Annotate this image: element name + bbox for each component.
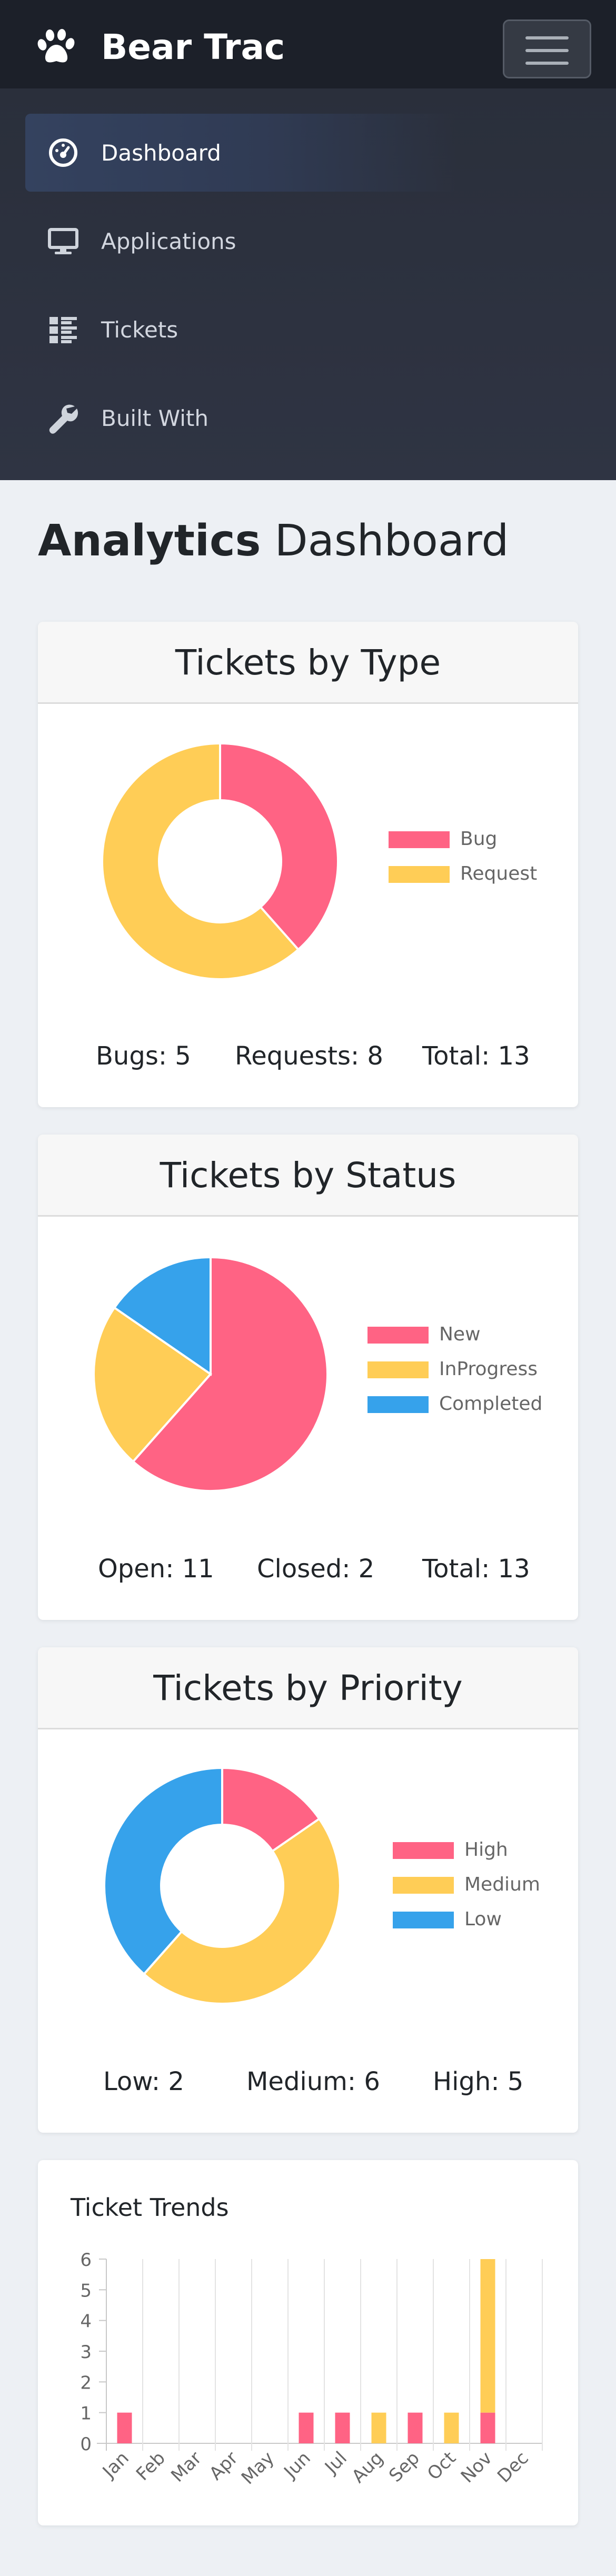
legend-label: InProgress [439, 1358, 538, 1380]
x-tick-label-sep: Sep [385, 2448, 424, 2487]
list-icon [49, 317, 77, 343]
paw-icon[interactable] [37, 29, 76, 65]
nav-item-tickets[interactable]: Tickets [25, 291, 457, 369]
hamburger-icon [525, 36, 569, 39]
menu-toggle-button[interactable] [503, 19, 591, 78]
nav-item-built-with[interactable]: Built With [25, 379, 457, 457]
legend-label: Completed [439, 1393, 543, 1415]
nav-label-applications: Applications [101, 228, 236, 254]
card-header: Tickets by Status [38, 1135, 578, 1217]
bar-nov-0[interactable] [480, 2412, 495, 2443]
y-tick-label: 6 [80, 2250, 92, 2271]
tickets-by-status-card: Tickets by Status New InProgress Complet… [38, 1135, 578, 1620]
legend-swatch [367, 1361, 429, 1378]
bar-sep-0[interactable] [408, 2412, 423, 2443]
hamburger-icon-line [525, 49, 569, 52]
y-tick-label: 0 [80, 2434, 92, 2455]
bar-aug-1[interactable] [371, 2412, 386, 2443]
legend-swatch [389, 831, 450, 848]
stat-total: Total: 13 [422, 1041, 530, 1071]
slice-bug[interactable] [219, 742, 339, 951]
wrench-icon [49, 404, 78, 434]
legend-label: New [439, 1324, 481, 1345]
nav-item-applications[interactable]: Applications [25, 202, 457, 280]
page-title: Analytics Dashboard [38, 515, 509, 568]
legend-swatch [389, 866, 450, 883]
x-tick-label-feb: Feb [132, 2448, 170, 2485]
stat-total: Total: 13 [422, 1554, 530, 1584]
slice-low[interactable] [103, 1766, 223, 1976]
brand-name[interactable]: Bear Trac [101, 26, 285, 68]
legend-swatch [393, 1912, 454, 1928]
hamburger-icon-line [525, 62, 569, 65]
tickets-by-priority-card: Tickets by Priority High Medium Low Low:… [38, 1647, 578, 2133]
card-title: Tickets by Priority [153, 1668, 463, 1708]
y-tick-label: 5 [80, 2280, 92, 2301]
x-tick-label-jan: Jan [98, 2448, 133, 2483]
x-tick-label-mar: Mar [167, 2448, 206, 2487]
x-tick-label-nov: Nov [457, 2448, 496, 2487]
bar-jan-0[interactable] [117, 2412, 132, 2443]
bar-jul-0[interactable] [335, 2412, 350, 2443]
top-navbar: Bear Trac [0, 0, 616, 88]
x-tick-label-apr: Apr [205, 2448, 242, 2484]
stat-closed: Closed: 2 [257, 1554, 375, 1584]
x-tick-label-jun: Jun [280, 2448, 315, 2483]
nav-label-tickets: Tickets [101, 317, 178, 343]
nav-item-dashboard[interactable]: Dashboard [25, 114, 457, 192]
stat-high: High: 5 [433, 2067, 524, 2096]
stat-open: Open: 11 [98, 1554, 214, 1584]
legend-label: Bug [460, 828, 498, 850]
legend-swatch [367, 1327, 429, 1344]
sidebar-nav: Dashboard Applications Tickets Built Wit… [0, 88, 616, 480]
tickets-by-type-card: Tickets by Type Bug Request Bugs: 5 Requ… [38, 622, 578, 1107]
card-header: Tickets by Type [38, 622, 578, 704]
legend-label: High [464, 1839, 508, 1861]
stat-medium: Medium: 6 [246, 2067, 380, 2096]
ticket-trends-chart: 0 1 2 3 4 5 6 JanFebMar AprMay Jun JulAugSep OctNov… [80, 2250, 543, 2489]
bar-jun-0[interactable] [299, 2412, 314, 2443]
bar-oct-1[interactable] [444, 2412, 459, 2443]
gauge-icon [49, 138, 77, 167]
y-tick-label: 3 [80, 2342, 92, 2363]
y-tick-label: 4 [80, 2311, 92, 2332]
nav-label-built-with: Built With [101, 405, 208, 431]
legend-swatch [367, 1396, 429, 1413]
x-tick-label-aug: Aug [348, 2448, 388, 2487]
card-title: Tickets by Type [175, 642, 441, 683]
x-tick-label-may: May [237, 2448, 279, 2489]
legend-label: Request [460, 863, 538, 884]
stat-low: Low: 2 [103, 2067, 184, 2096]
bar-nov-1[interactable] [480, 2259, 495, 2413]
stat-bugs: Bugs: 5 [96, 1041, 191, 1071]
y-tick-label: 1 [80, 2403, 92, 2424]
page-title-rest: Dashboard [261, 516, 509, 566]
desktop-icon [48, 228, 78, 254]
legend-swatch [393, 1877, 454, 1894]
stat-requests: Requests: 8 [235, 1041, 383, 1071]
x-tick-label-jul: Jul [320, 2448, 351, 2479]
x-tick-label-dec: Dec [493, 2448, 533, 2487]
card-header: Tickets by Priority [38, 1647, 578, 1729]
legend-label: Medium [464, 1874, 540, 1895]
page-title-bold: Analytics [38, 516, 261, 566]
legend-label: Low [464, 1908, 502, 1930]
y-tick-label: 2 [80, 2372, 92, 2393]
card-title: Tickets by Status [160, 1155, 456, 1196]
x-tick-label-oct: Oct [423, 2448, 460, 2484]
legend-swatch [393, 1842, 454, 1859]
nav-label-dashboard: Dashboard [101, 140, 221, 166]
ticket-trends-card: Ticket Trends 0 1 2 3 4 5 6 Jan Feb Mar Apr May Jun J… [38, 2160, 578, 2525]
